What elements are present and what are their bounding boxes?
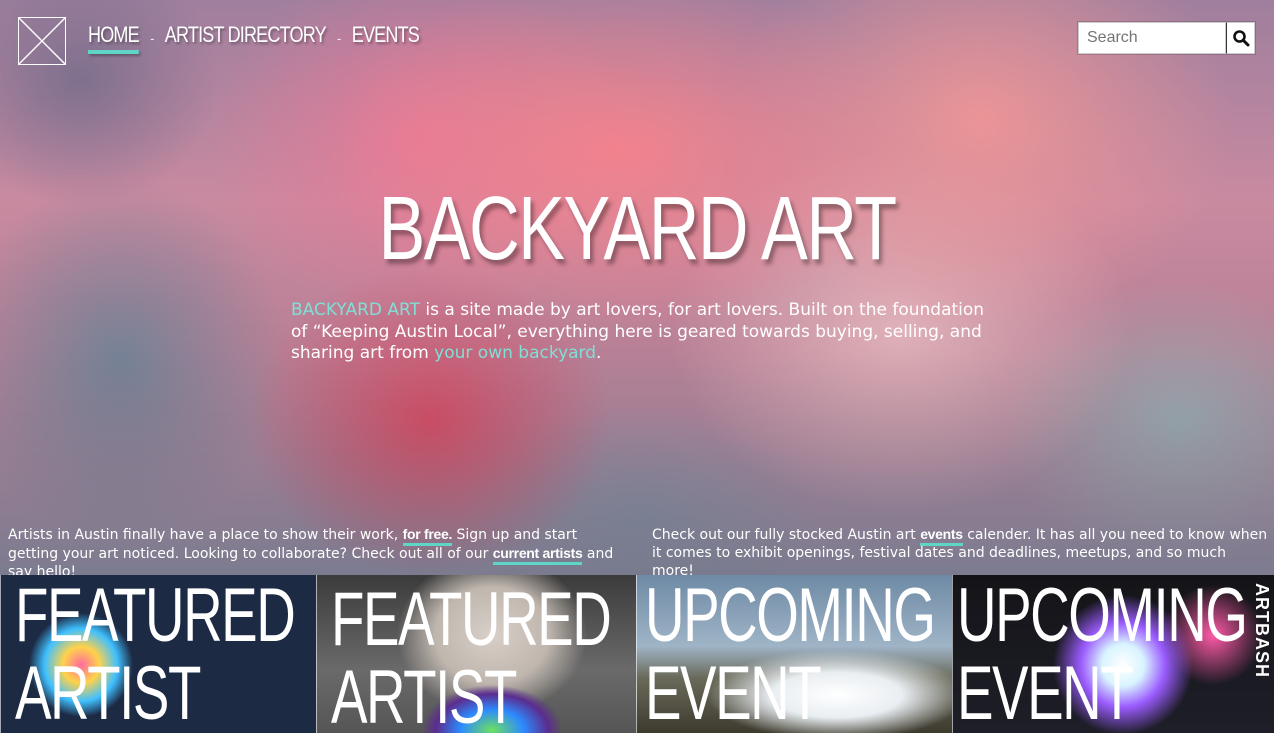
upcoming-event-tile[interactable]: UPCOMING EVENT (636, 575, 953, 733)
search-input[interactable] (1078, 22, 1226, 54)
blurb-text: Artists in Austin finally have a place t… (8, 527, 403, 543)
featured-artist-tile[interactable]: FEATURED ARTIST (316, 575, 637, 733)
events-link[interactable]: events (920, 526, 963, 546)
tile-label-line: UPCOMING (957, 575, 1248, 658)
search-icon (1232, 30, 1249, 47)
main-nav: HOME - ARTIST DIRECTORY - EVENTS (88, 22, 420, 54)
events-blurb: Check out our fully stocked Austin art e… (652, 525, 1268, 580)
hero-background (0, 0, 1274, 575)
tile-label-line: EVENT (645, 651, 822, 733)
current-artists-link[interactable]: current artists (492, 545, 583, 565)
x-mark-icon (19, 18, 65, 64)
your-own-backyard-link[interactable]: your own backyard (434, 343, 596, 363)
tile-label: UPCOMING EVENT (645, 575, 936, 733)
logo-placeholder[interactable] (18, 17, 66, 65)
search-button[interactable] (1226, 22, 1255, 54)
intro-paragraph: BACKYARD ART is a site made by art lover… (291, 300, 991, 365)
blurb-text: Check out our fully stocked Austin art (652, 527, 921, 543)
upcoming-event-tile[interactable]: UPCOMING EVENT ARTBASH (952, 575, 1274, 733)
artists-blurb: Artists in Austin finally have a place t… (8, 525, 628, 581)
tile-label-line: FEATURED (15, 575, 296, 658)
tile-label-line: ARTIST (331, 655, 517, 733)
tile-label-line: UPCOMING (645, 575, 936, 658)
tile-label-line: ARTIST (15, 651, 201, 733)
artbash-tag: ARTBASH (1252, 583, 1273, 678)
brand-name: BACKYARD ART (291, 300, 420, 320)
hero-title: BACKYARD ART (378, 179, 897, 279)
nav-artist-directory[interactable]: ARTIST DIRECTORY (165, 22, 327, 54)
intro-text-end: . (596, 343, 602, 363)
tile-label: FEATURED ARTIST (331, 577, 612, 733)
nav-events[interactable]: EVENTS (352, 22, 420, 54)
tile-label-line: FEATURED (331, 577, 612, 662)
tile-label-line: EVENT (957, 651, 1134, 733)
search-box (1078, 22, 1255, 54)
nav-separator: - (337, 30, 341, 46)
nav-home[interactable]: HOME (88, 22, 140, 54)
tile-label: UPCOMING EVENT (957, 575, 1248, 733)
nav-separator: - (150, 30, 154, 46)
feature-tiles: FEATURED ARTIST FEATURED ARTIST UPCOMING… (0, 575, 1274, 733)
featured-artist-tile[interactable]: FEATURED ARTIST (0, 575, 317, 733)
tile-label: FEATURED ARTIST (15, 575, 296, 733)
for-free-link[interactable]: for free. (402, 526, 452, 546)
